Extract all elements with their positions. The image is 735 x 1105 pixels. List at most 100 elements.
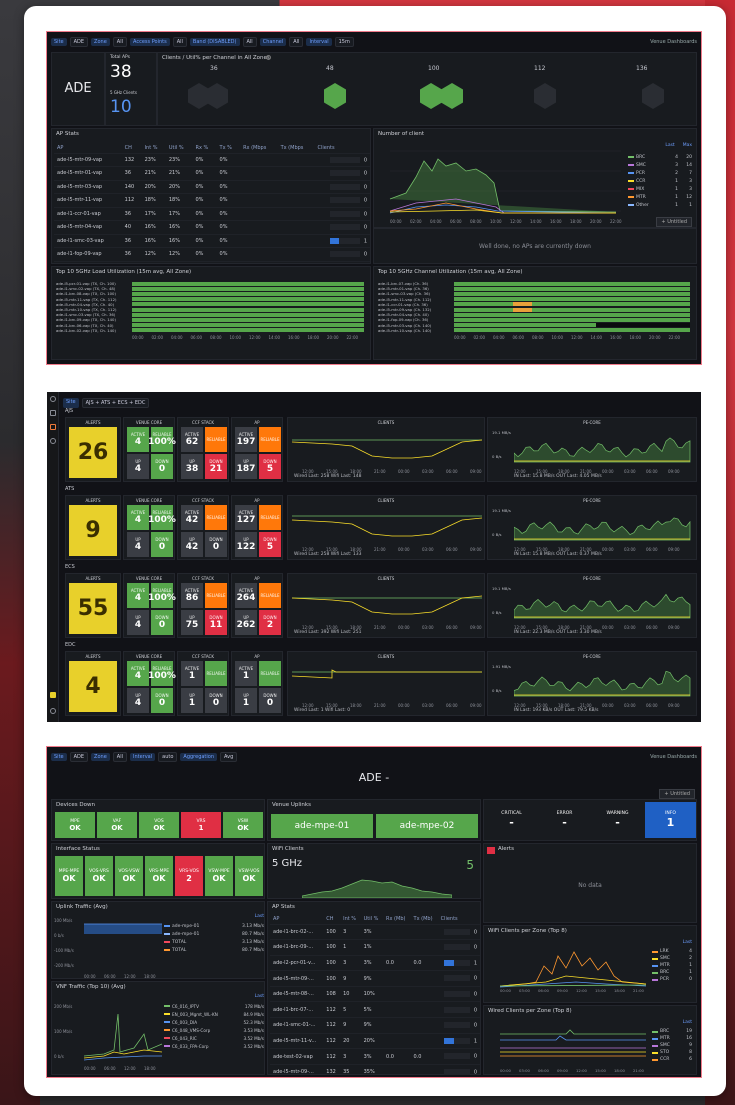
interface-status-cell[interactable]: VSW-VOS OK	[235, 856, 263, 896]
timeline-bar[interactable]	[132, 281, 364, 286]
variable-dropdown[interactable]: All	[112, 37, 127, 47]
table-row[interactable]: ade-l5-mtr-09-... 100 9 9% 0	[270, 970, 480, 987]
down-stat[interactable]: DOWN 11	[205, 610, 227, 635]
ok-stat[interactable]: RELIABLE	[205, 427, 227, 452]
table-row[interactable]: ade-l1-brc-09-... 100 1 1% 0	[270, 939, 480, 956]
active-stat[interactable]: ACTIVE 4	[127, 583, 149, 608]
down-stat[interactable]: DOWN 0	[151, 454, 173, 479]
site-section-header[interactable]: AJS	[65, 408, 73, 414]
venue-dashboards-link[interactable]: Venue Dashboards	[650, 754, 697, 760]
severity-cell[interactable]: WARNING -	[592, 802, 643, 838]
active-stat[interactable]: ACTIVE 4	[127, 661, 149, 686]
ok-stat[interactable]: RELIABLE 100%	[148, 505, 176, 530]
column-header[interactable]: Tx (Mbps	[277, 143, 315, 154]
timeline-bar[interactable]	[132, 312, 364, 317]
timeline-bar[interactable]	[132, 328, 364, 333]
down-stat[interactable]: DOWN 0	[151, 532, 173, 557]
table-row[interactable]: ade-l1-brc-07-... 112 5 5% 0	[270, 1001, 480, 1019]
variable-dropdown[interactable]: ADE	[69, 752, 89, 762]
interface-status-cell[interactable]: VRS-VOS 2	[175, 856, 203, 896]
down-stat[interactable]: DOWN 5	[259, 454, 281, 479]
timeline-bar[interactable]	[132, 302, 364, 307]
active-stat[interactable]: ACTIVE 86	[181, 583, 203, 608]
column-header[interactable]: CH	[121, 143, 142, 154]
active-stat[interactable]: ACTIVE 264	[235, 583, 257, 608]
timeline-bar[interactable]	[454, 307, 690, 312]
timeline-bar[interactable]	[454, 323, 690, 328]
column-header[interactable]: AP	[270, 914, 324, 925]
up-stat[interactable]: UP 42	[181, 532, 203, 557]
ok-stat[interactable]: RELIABLE	[259, 505, 281, 530]
timeline-bar[interactable]	[454, 286, 690, 291]
legend-item[interactable]: C6_016_IPTV 178 Mb/s	[164, 1002, 264, 1010]
ok-stat[interactable]: RELIABLE	[259, 583, 281, 608]
active-stat[interactable]: ACTIVE 42	[181, 505, 203, 530]
active-stat[interactable]: ACTIVE 62	[181, 427, 203, 452]
alerts-box[interactable]: 9	[69, 505, 117, 556]
ok-stat[interactable]: RELIABLE	[259, 427, 281, 452]
up-stat[interactable]: UP 4	[127, 610, 149, 635]
active-stat[interactable]: ACTIVE 1	[235, 661, 257, 686]
column-header[interactable]: Tx %	[216, 143, 241, 154]
variable-dropdown[interactable]: 15m	[334, 37, 354, 47]
column-header[interactable]: Rx %	[192, 143, 217, 154]
timeline-bar[interactable]	[454, 318, 690, 322]
interface-status-cell[interactable]: VOS-VRS OK	[85, 856, 113, 896]
device-status-cell[interactable]: VSW OK	[223, 812, 263, 838]
interface-status-cell[interactable]: VRS-MPE OK	[145, 856, 173, 896]
column-header[interactable]: Util %	[165, 143, 193, 154]
legend-item[interactable]: STO 8	[652, 1049, 692, 1056]
down-stat[interactable]: DOWN 0	[151, 688, 173, 713]
variable-dropdown[interactable]: All	[289, 37, 304, 47]
site-section-header[interactable]: ATS	[65, 486, 74, 492]
legend-item[interactable]: TOTAL 80.7 Mb/s	[164, 946, 264, 954]
timeline-bar[interactable]	[454, 292, 690, 296]
legend-item[interactable]: SMC 9	[652, 1042, 692, 1049]
ok-stat[interactable]: RELIABLE	[205, 505, 227, 530]
variable-dropdown[interactable]: ADE	[69, 37, 89, 47]
up-stat[interactable]: UP 1	[181, 688, 203, 713]
site-selector[interactable]: Site AJS + ATS + ECS + EDC	[63, 398, 150, 408]
ok-stat[interactable]: RELIABLE 100%	[148, 427, 176, 452]
timeline-bar[interactable]	[132, 323, 364, 328]
legend-item[interactable]: PCR 2 7	[628, 169, 692, 177]
active-stat[interactable]: ACTIVE 1	[181, 661, 203, 686]
site-section-header[interactable]: EDC	[65, 642, 76, 648]
device-status-cell[interactable]: MPE OK	[55, 812, 95, 838]
up-stat[interactable]: UP 1	[235, 688, 257, 713]
legend-item[interactable]: Other 1 1	[628, 201, 692, 209]
table-row[interactable]: ade-l5-mtr-04-vap 40 16% 16% 0% 0% 0	[54, 220, 370, 235]
ok-stat[interactable]: RELIABLE 100%	[148, 661, 176, 686]
table-row[interactable]: ade-l1-ccr-01-vap 36 17% 17% 0% 0% 0	[54, 207, 370, 221]
table-row[interactable]: ade-l5-mtr-09-vap 132 23% 23% 0% 0% 0	[54, 153, 370, 167]
interface-status-cell[interactable]: VSW-MPE OK	[205, 856, 233, 896]
table-row[interactable]: ade-l1-brc-02-... 100 3 3% 0	[270, 924, 480, 941]
up-stat[interactable]: UP 187	[235, 454, 257, 479]
table-row[interactable]: ade-l1-fop-09-vap 36 12% 12% 0% 0% 0	[54, 247, 370, 262]
severity-cell[interactable]: CRITICAL -	[486, 802, 537, 838]
variable-dropdown[interactable]: All	[242, 37, 257, 47]
table-row[interactable]: ade-l5-mtr-09-... 132 35 35% 0	[270, 1064, 480, 1077]
timeline-bar[interactable]	[454, 281, 690, 286]
up-stat[interactable]: UP 38	[181, 454, 203, 479]
timeline-bar[interactable]	[132, 286, 364, 291]
down-stat[interactable]: DOWN 0	[205, 688, 227, 713]
legend-item[interactable]: MIX 1 3	[628, 185, 692, 193]
legend-item[interactable]: MTR 1 12	[628, 193, 692, 201]
ok-stat[interactable]: RELIABLE 100%	[148, 583, 176, 608]
legend-item[interactable]: BRC 1	[652, 969, 692, 976]
legend-item[interactable]: TOTAL 3.13 Mb/s	[164, 938, 264, 946]
column-header[interactable]: CH	[323, 914, 341, 925]
timeline-bar[interactable]	[132, 318, 364, 322]
timeline-bar[interactable]	[132, 297, 364, 302]
interface-status-cell[interactable]: MPE-MPE OK	[55, 856, 83, 896]
column-header[interactable]: Tx (Mb)	[410, 914, 438, 925]
table-row[interactable]: ade-l5-mtr-08-... 108 10 10% 0	[270, 986, 480, 1003]
ok-stat[interactable]: RELIABLE	[259, 661, 281, 686]
down-stat[interactable]: DOWN 0	[205, 532, 227, 557]
explore-icon[interactable]	[50, 438, 56, 444]
active-stat[interactable]: ACTIVE 127	[235, 505, 257, 530]
down-stat[interactable]: DOWN 5	[259, 532, 281, 557]
uplink-mpe-01[interactable]: ade-mpe-01	[271, 814, 373, 838]
timeline-bar[interactable]	[454, 328, 690, 333]
